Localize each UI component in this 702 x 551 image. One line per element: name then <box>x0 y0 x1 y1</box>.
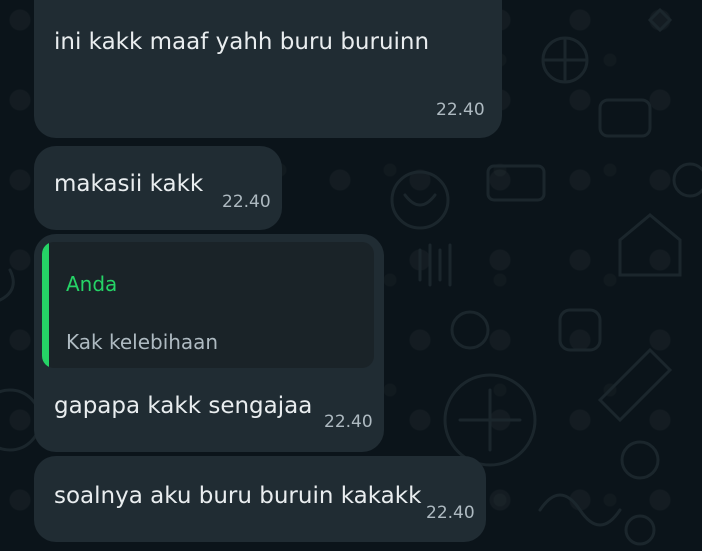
message-text: gapapa kakk sengajaa <box>54 393 313 419</box>
message-text: makasii kakk <box>54 171 204 197</box>
chat-background: ini kakk maaf yahh buru buruinn 22.40 ma… <box>0 0 702 551</box>
quote-accent-bar <box>42 242 49 368</box>
message-text: ini kakk maaf yahh buru buruinn <box>54 29 430 55</box>
message-time: 22.40 <box>222 192 271 212</box>
message-bubble[interactable]: makasii kakk 22.40 <box>34 146 282 230</box>
reply-quote[interactable]: Anda Kak kelebihaan <box>42 242 374 368</box>
quote-text: Kak kelebihaan <box>66 330 219 354</box>
message-bubble[interactable]: soalnya aku buru buruin kakakk 22.40 <box>34 456 486 542</box>
message-time: 22.40 <box>436 100 485 120</box>
message-time: 22.40 <box>426 503 475 523</box>
message-bubble[interactable]: Anda Kak kelebihaan gapapa kakk sengajaa… <box>34 234 384 452</box>
message-time: 22.40 <box>324 412 373 432</box>
message-bubble[interactable]: ini kakk maaf yahh buru buruinn 22.40 <box>34 0 502 138</box>
message-text: soalnya aku buru buruin kakakk <box>54 483 422 509</box>
quote-author: Anda <box>66 272 118 296</box>
